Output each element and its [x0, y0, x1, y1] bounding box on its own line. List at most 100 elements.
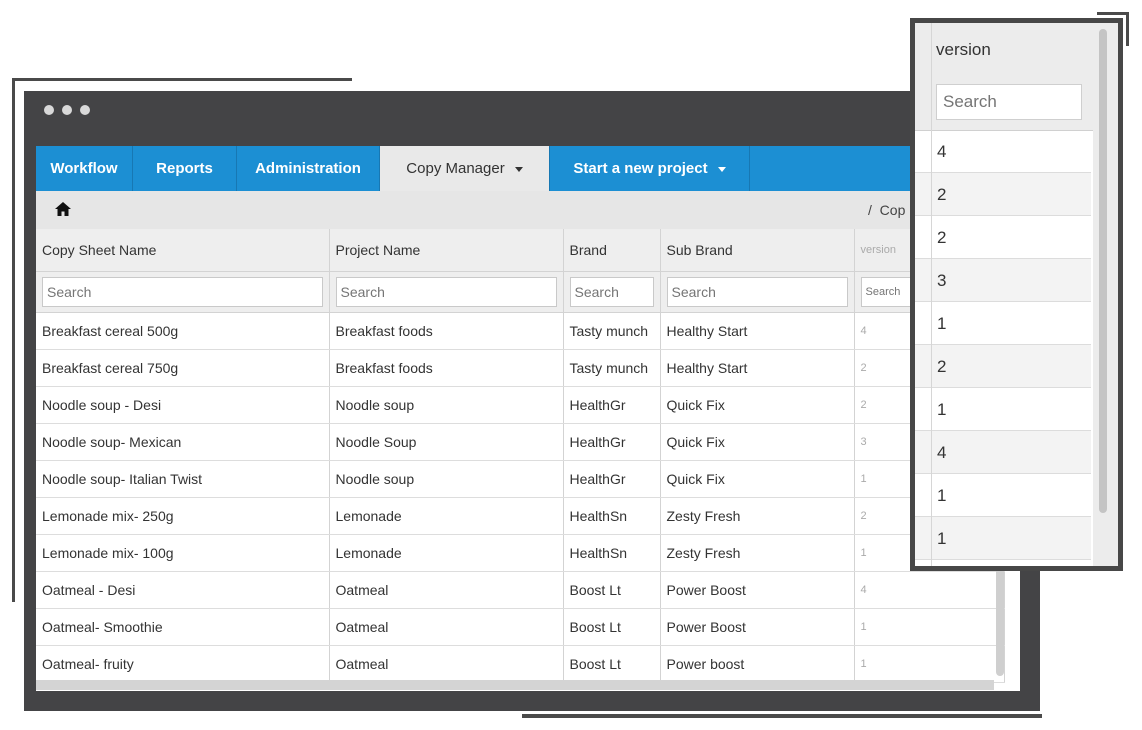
zoom-list-item[interactable]: 2	[915, 216, 1091, 259]
breadcrumb-separator: /	[868, 202, 872, 218]
decorative-frame-line	[12, 78, 352, 81]
zoom-version-value: 1	[937, 529, 947, 548]
top-navbar: Workflow Reports Administration Copy Man…	[36, 146, 1020, 191]
decorative-frame-line	[1097, 12, 1129, 15]
column-header-copy-sheet-name[interactable]: Copy Sheet Name	[36, 229, 330, 272]
cell-brand: Boost Lt	[563, 608, 661, 646]
nav-start-new-project-label: Start a new project	[573, 160, 708, 177]
zoom-scrollbar-thumb[interactable]	[1099, 29, 1107, 513]
zoom-list-item[interactable]: 4	[915, 130, 1091, 173]
cell-copy-sheet-name: Noodle soup- Mexican	[36, 423, 330, 461]
table-row[interactable]: Oatmeal- Smoothie Oatmeal Boost Lt Power…	[36, 608, 1005, 646]
cell-brand: HealthSn	[563, 497, 661, 535]
cell-copy-sheet-name: Noodle soup - Desi	[36, 386, 330, 424]
nav-administration[interactable]: Administration	[237, 146, 380, 191]
cell-sub-brand: Power boost	[660, 645, 855, 683]
cell-brand: Boost Lt	[563, 645, 661, 683]
nav-start-new-project[interactable]: Start a new project	[550, 146, 750, 191]
cell-sub-brand: Quick Fix	[660, 423, 855, 461]
decorative-frame-line	[12, 78, 15, 602]
table-row[interactable]: Oatmeal - Desi Oatmeal Boost Lt Power Bo…	[36, 571, 1005, 609]
cell-sub-brand: Quick Fix	[660, 386, 855, 424]
cell-copy-sheet-name: Lemonade mix- 100g	[36, 534, 330, 572]
copy-sheet-table: Copy Sheet Name Project Name Brand Sub B…	[36, 229, 1005, 683]
cell-copy-sheet-name: Oatmeal- Smoothie	[36, 608, 330, 646]
breadcrumb-current[interactable]: / Cop	[868, 202, 905, 218]
nav-reports-label: Reports	[156, 160, 213, 177]
cell-version: 4	[854, 571, 1005, 609]
column-header-brand[interactable]: Brand	[563, 229, 661, 272]
table-row[interactable]: Breakfast cereal 750g Breakfast foods Ta…	[36, 349, 1005, 387]
app-content: Workflow Reports Administration Copy Man…	[36, 146, 1020, 691]
breadcrumb: / Cop	[36, 191, 1020, 229]
zoom-list-item[interactable]: 1	[915, 388, 1091, 431]
search-input-brand[interactable]	[569, 277, 654, 307]
nav-copy-manager-label: Copy Manager	[406, 160, 505, 177]
search-input-sub-brand[interactable]	[666, 277, 848, 307]
cell-project-name: Lemonade	[329, 534, 564, 572]
table-row[interactable]: Noodle soup- Italian Twist Noodle soup H…	[36, 460, 1005, 498]
cell-sub-brand: Healthy Start	[660, 312, 855, 350]
nav-administration-label: Administration	[255, 160, 361, 177]
table-row[interactable]: Oatmeal- fruity Oatmeal Boost Lt Power b…	[36, 645, 1005, 683]
zoom-version-value: 4	[937, 142, 947, 161]
cell-copy-sheet-name: Oatmeal - Desi	[36, 571, 330, 609]
window-close-dot[interactable]	[44, 105, 54, 115]
cell-project-name: Noodle soup	[329, 460, 564, 498]
decorative-frame-line	[522, 714, 1042, 718]
table-row[interactable]: Lemonade mix- 250g Lemonade HealthSn Zes…	[36, 497, 1005, 535]
cell-copy-sheet-name: Noodle soup- Italian Twist	[36, 460, 330, 498]
cell-project-name: Oatmeal	[329, 608, 564, 646]
cell-sub-brand: Quick Fix	[660, 460, 855, 498]
cell-brand: HealthGr	[563, 386, 661, 424]
zoom-column-header[interactable]: version	[915, 23, 1095, 81]
search-input-project-name[interactable]	[335, 277, 557, 307]
cell-copy-sheet-name: Breakfast cereal 750g	[36, 349, 330, 387]
zoom-column-divider	[931, 23, 932, 566]
nav-workflow[interactable]: Workflow	[36, 146, 133, 191]
zoom-list-item[interactable]: 2	[915, 345, 1091, 388]
zoom-version-value: 2	[937, 228, 947, 247]
zoom-list-item[interactable]: 2	[915, 173, 1091, 216]
zoom-version-value: 1	[937, 400, 947, 419]
zoom-list-item[interactable]: 1	[915, 517, 1091, 560]
window-minimize-dot[interactable]	[62, 105, 72, 115]
table-row[interactable]: Breakfast cereal 500g Breakfast foods Ta…	[36, 312, 1005, 350]
search-input-copy-sheet-name[interactable]	[42, 277, 323, 307]
cell-sub-brand: Power Boost	[660, 571, 855, 609]
window-maximize-dot[interactable]	[80, 105, 90, 115]
zoom-list-item[interactable]: 1	[915, 474, 1091, 517]
zoom-list-item[interactable]: 1	[915, 302, 1091, 345]
version-column-zoom-callout: version 4 2 2 3 1 2 1 4 1 1	[910, 18, 1123, 571]
nav-reports[interactable]: Reports	[133, 146, 237, 191]
cell-brand: Tasty munch	[563, 349, 661, 387]
zoom-version-value: 1	[937, 486, 947, 505]
column-header-project-name[interactable]: Project Name	[329, 229, 564, 272]
decorative-frame-line	[1126, 12, 1129, 46]
table-horizontal-scrollbar[interactable]	[36, 680, 994, 690]
zoom-list-item[interactable]: 4	[915, 431, 1091, 474]
cell-project-name: Noodle soup	[329, 386, 564, 424]
chevron-down-icon	[717, 166, 726, 172]
cell-project-name: Oatmeal	[329, 571, 564, 609]
filter-cell	[36, 271, 330, 313]
filter-cell	[329, 271, 564, 313]
cell-project-name: Breakfast foods	[329, 312, 564, 350]
zoom-version-value: 2	[937, 357, 947, 376]
zoom-search-input[interactable]	[936, 84, 1082, 120]
cell-sub-brand: Zesty Fresh	[660, 534, 855, 572]
filter-cell	[563, 271, 661, 313]
zoom-version-value: 2	[937, 185, 947, 204]
table-row[interactable]: Lemonade mix- 100g Lemonade HealthSn Zes…	[36, 534, 1005, 572]
home-icon[interactable]	[54, 201, 72, 217]
zoom-list-item[interactable]: 3	[915, 259, 1091, 302]
cell-brand: HealthSn	[563, 534, 661, 572]
table-row[interactable]: Noodle soup - Desi Noodle soup HealthGr …	[36, 386, 1005, 424]
cell-project-name: Breakfast foods	[329, 349, 564, 387]
zoom-column-header-label: version	[936, 40, 991, 59]
column-header-sub-brand[interactable]: Sub Brand	[660, 229, 855, 272]
nav-copy-manager[interactable]: Copy Manager	[380, 146, 550, 191]
cell-brand: Tasty munch	[563, 312, 661, 350]
table-row[interactable]: Noodle soup- Mexican Noodle Soup HealthG…	[36, 423, 1005, 461]
cell-brand: HealthGr	[563, 460, 661, 498]
